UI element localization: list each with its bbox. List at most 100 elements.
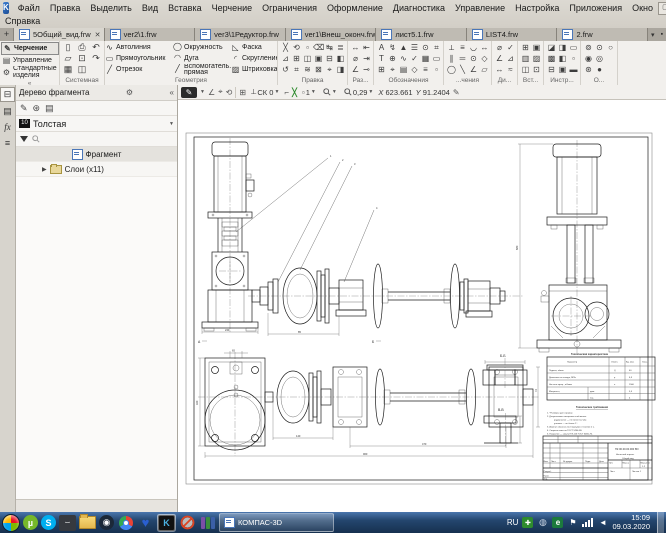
edit-tool-icon[interactable]: ≣ — [335, 42, 346, 53]
active-window-taskbar-button[interactable]: КОМПАС-3D — [219, 513, 334, 532]
system-tool-icon[interactable]: ↶ — [89, 42, 103, 53]
utorrent-icon[interactable]: µ — [23, 515, 38, 530]
language-indicator[interactable]: RU — [507, 518, 519, 527]
instrument-tool-icon[interactable]: ▬ — [568, 64, 579, 75]
geometry-tool[interactable]: ◜Скругление — [231, 53, 277, 64]
mode-management-button[interactable]: ▤Управление — [1, 55, 59, 66]
menu-item[interactable]: Оформление — [322, 2, 388, 14]
menu-item[interactable]: Вид — [137, 2, 163, 14]
insert-tool-icon[interactable]: ▨ — [531, 53, 542, 64]
annotation-tool-icon[interactable]: ⌖ — [387, 64, 398, 75]
annotation-tool-icon[interactable]: ☰ — [409, 42, 420, 53]
antivirus-tray-icon[interactable]: ✚ — [522, 517, 533, 528]
edit-tool-icon[interactable]: ▣ — [313, 53, 324, 64]
diagnostics-tool-icon[interactable]: ≈ — [505, 64, 516, 75]
edit-tool-icon[interactable]: ⌖ — [324, 64, 335, 75]
edit-tool-icon[interactable]: ⌗ — [291, 64, 302, 75]
other-tool-icon[interactable]: ◎ — [594, 53, 605, 64]
edit-tool-icon[interactable]: ⊞ — [291, 53, 302, 64]
annotation-tool-icon[interactable]: ∿ — [398, 53, 409, 64]
parameters-panel-icon[interactable]: ▤ — [1, 105, 14, 118]
edit-tool-icon[interactable]: ◨ — [335, 64, 346, 75]
menu-item[interactable]: Настройка — [510, 2, 564, 14]
chrome-icon[interactable] — [117, 515, 134, 531]
zoom-level-select[interactable]: 0,29▼ — [342, 87, 376, 98]
mode-drawing-button[interactable]: ✎Черчение — [1, 42, 59, 55]
geometry-tool[interactable]: ◠Дуга — [173, 53, 231, 64]
geometry-tool[interactable]: ▭Прямоугольник — [105, 53, 173, 64]
constraint-tool-icon[interactable]: ▱ — [479, 64, 490, 75]
insert-tool-icon[interactable]: ◫ — [520, 64, 531, 75]
edit-tool-icon[interactable]: ⊠ — [313, 64, 324, 75]
diagnostics-tool-icon[interactable]: ⊿ — [505, 53, 516, 64]
menu-item[interactable]: Управление — [450, 2, 510, 14]
annotation-tool-icon[interactable]: ≡ — [420, 64, 431, 75]
show-desktop-button[interactable] — [657, 512, 664, 533]
diagnostics-tool-icon[interactable]: ⌀ — [494, 42, 505, 53]
tab-document[interactable]: 5Общий_вид.frw ✕ — [14, 28, 105, 41]
layer-select[interactable]: ▫1▼ — [300, 87, 318, 98]
annotation-tool-icon[interactable]: ▦ — [420, 53, 431, 64]
menu-item[interactable]: Правка — [45, 2, 85, 14]
annotation-tool-icon[interactable]: ⌗ — [431, 42, 442, 53]
dimension-tool-icon[interactable]: ⇥ — [361, 53, 372, 64]
annotation-tool-icon[interactable]: ▲ — [398, 42, 409, 53]
system-tool-icon[interactable]: ↷ — [89, 53, 103, 64]
instrument-tool-icon[interactable]: ▣ — [557, 64, 568, 75]
menu-item[interactable]: Выделить — [85, 2, 137, 14]
constraint-tool-icon[interactable]: ∠ — [468, 64, 479, 75]
technical-drawing[interactable]: 1 2 3 4 240 85 А Б — [178, 100, 666, 512]
system-tool-icon[interactable]: ◫ — [75, 64, 89, 75]
tab-close-icon[interactable]: ✕ — [95, 31, 101, 39]
volume-tray-icon[interactable]: ◄ — [597, 517, 608, 528]
tab-document[interactable]: 2.frw — [557, 28, 648, 41]
line-style-select[interactable]: 10 Толстая ▼ — [16, 116, 177, 132]
constraint-tool-icon[interactable]: ◇ — [479, 53, 490, 64]
annotation-tool-icon[interactable]: А — [376, 42, 387, 53]
raster-filter-icon[interactable]: ▤ — [45, 103, 54, 114]
app-tray-icon[interactable]: e — [552, 517, 563, 528]
constraint-tool-icon[interactable]: ∥ — [446, 53, 457, 64]
constraint-tool-icon[interactable]: ≡ — [457, 42, 468, 53]
edit-tool-icon[interactable]: ↹ — [324, 42, 335, 53]
start-button[interactable] — [2, 514, 20, 532]
tab-document[interactable]: ver2\1.frw — [105, 28, 196, 41]
instrument-tool-icon[interactable]: ▫ — [568, 53, 579, 64]
steam-icon[interactable]: ◉ — [99, 515, 114, 530]
variables-panel-icon[interactable]: fx — [1, 121, 14, 134]
grid-toggle-icon[interactable]: ⊞ — [239, 88, 246, 97]
tab-document[interactable]: ver1\Внеш_оконч.frw — [286, 28, 377, 41]
coordinate-system-select[interactable]: ⟂СК 0▼ — [249, 86, 281, 98]
edit-tool-icon[interactable]: ≋ — [302, 64, 313, 75]
mode-standard-parts-button[interactable]: ⚙Стандартные изделия — [1, 66, 59, 79]
annotation-tool-icon[interactable]: ▭ — [431, 53, 442, 64]
annotation-tool-icon[interactable]: ✓ — [409, 53, 420, 64]
diagnostics-tool-icon[interactable]: ✓ — [505, 42, 516, 53]
geometry-tool[interactable]: ∿Автолиния — [105, 42, 173, 53]
system-tool-icon[interactable]: ▱ — [61, 53, 75, 64]
snaps-icon[interactable]: ╳ — [292, 88, 297, 97]
geometry-tool[interactable]: ◺Фаска — [231, 42, 277, 53]
explorer-icon[interactable] — [79, 515, 96, 531]
insert-tool-icon[interactable]: ▥ — [520, 53, 531, 64]
constraint-tool-icon[interactable]: ◯ — [446, 64, 457, 75]
skype-icon[interactable]: S — [41, 515, 56, 530]
zoom-fit-button[interactable]: ▼ — [321, 87, 339, 97]
menu-item[interactable]: Черчение — [207, 2, 258, 14]
kompas-taskbar-icon[interactable]: K — [158, 515, 175, 531]
edit-tool-icon[interactable]: ◧ — [335, 53, 346, 64]
instrument-tool-icon[interactable]: ◪ — [546, 42, 557, 53]
style-pen-button[interactable]: ✎ — [181, 87, 197, 98]
edit-tool-icon[interactable]: ↺ — [280, 64, 291, 75]
layers-panel-icon[interactable]: ≡ — [1, 137, 14, 150]
insert-tool-icon[interactable]: ▣ — [531, 42, 542, 53]
menu-item[interactable]: Окно — [627, 2, 658, 14]
other-tool-icon[interactable]: ○ — [605, 42, 616, 53]
edit-tool-icon[interactable]: ⟲ — [291, 42, 302, 53]
geometry-tool[interactable]: ╱Вспомогатель. прямая — [173, 64, 231, 75]
diagnostics-tool-icon[interactable]: ↔ — [494, 64, 505, 75]
angle-snap-icon[interactable]: ∠ — [208, 88, 215, 97]
tree-filter-row[interactable] — [16, 132, 177, 147]
drawing-canvas[interactable]: 1 2 3 4 240 85 А Б — [178, 100, 666, 512]
annotation-tool-icon[interactable]: ▤ — [398, 64, 409, 75]
